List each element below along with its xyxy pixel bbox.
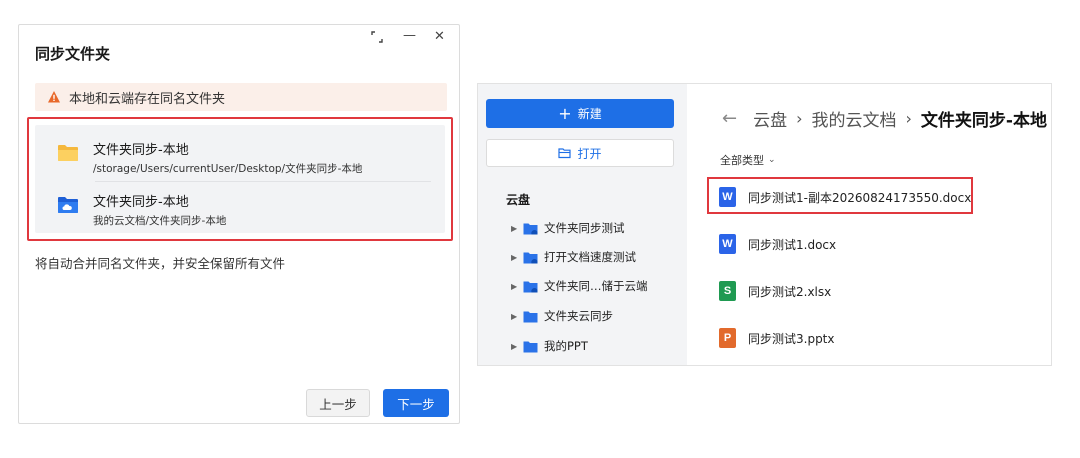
file-type-filter[interactable]: 全部类型 ⌄ [720,152,776,168]
tree-item-folder-cloud-sync[interactable]: ▶ 文件夹云同步 [511,307,613,325]
breadcrumb-separator: › [905,109,912,128]
expand-arrow-icon[interactable]: ▶ [511,312,521,321]
open-button-label: 打开 [577,146,602,161]
file-row[interactable]: P 同步测试3.pptx [719,327,835,349]
local-folder-icon [58,145,78,161]
open-folder-icon [558,148,572,159]
tree-item-label: 文件夹同…储于云端 [544,279,648,293]
expand-arrow-icon[interactable]: ▶ [511,282,521,291]
cloud-drive-section-title: 云盘 [506,193,531,207]
tree-item-label: 我的PPT [544,339,588,353]
tree-item-label: 打开文档速度测试 [544,250,636,264]
file-name: 同步测试3.pptx [748,331,835,346]
sync-folder-icon [523,223,538,234]
file-type-filter-label: 全部类型 [720,154,764,167]
folder-icon [523,341,538,352]
word-file-icon: W [719,234,736,254]
next-step-button[interactable]: 下一步 [383,389,449,417]
conflicting-folders-highlight: 文件夹同步-本地 /storage/Users/currentUser/Desk… [27,117,453,241]
conflicting-folders-list: 文件夹同步-本地 /storage/Users/currentUser/Desk… [35,125,445,233]
cloud-folder-row: 文件夹同步-本地 我的云文档/文件夹同步-本地 [35,181,445,233]
expand-arrow-icon[interactable]: ▶ [511,342,521,351]
dialog-title: 同步文件夹 [35,45,111,63]
sync-folder-icon [523,281,538,292]
excel-file-icon: S [719,281,736,301]
breadcrumb-cloud-drive[interactable]: 云盘 [753,106,787,131]
file-name: 同步测试1-副本20260824173550.docx [748,190,972,205]
back-arrow-icon[interactable]: ← [722,108,737,129]
local-folder-name: 文件夹同步-本地 [93,143,189,158]
tree-item-folder-sync-test[interactable]: ▶ 文件夹同步测试 [511,219,625,237]
word-file-icon: W [719,187,736,207]
file-name: 同步测试1.docx [748,237,837,252]
warning-text: 本地和云端存在同名文件夹 [69,91,226,107]
close-icon[interactable]: ✕ [434,30,445,43]
ppt-file-icon: P [719,328,736,348]
open-button[interactable]: 打开 [486,139,674,167]
expand-arrow-icon[interactable]: ▶ [511,224,521,233]
file-row[interactable]: W 同步测试1-副本20260824173550.docx [719,186,971,208]
chevron-down-icon: ⌄ [768,155,776,165]
plus-icon: + [558,103,572,123]
cloud-folder-icon [58,197,78,213]
previous-step-button[interactable]: 上一步 [306,389,370,417]
breadcrumb-current-folder: 文件夹同步-本地 [920,111,1047,131]
local-folder-row: 文件夹同步-本地 /storage/Users/currentUser/Desk… [35,129,445,181]
local-folder-path: /storage/Users/currentUser/Desktop/文件夹同步… [93,163,363,175]
tree-item-open-speed-test[interactable]: ▶ 打开文档速度测试 [511,248,636,266]
cloud-folder-path: 我的云文档/文件夹同步-本地 [93,215,227,227]
new-button[interactable]: + 新建 [486,99,674,128]
breadcrumb-separator: › [796,109,803,128]
minimize-icon[interactable]: — [403,29,416,42]
file-row[interactable]: W 同步测试1.docx [719,233,836,255]
cloud-file-explorer: + 新建 打开 云盘 ▶ 文件夹同步测试 ▶ 打开文档速度测试 ▶ 文件夹同…储… [477,83,1052,366]
tree-item-label: 文件夹云同步 [544,309,613,323]
conflict-warning-banner: 本地和云端存在同名文件夹 [35,83,447,111]
warning-icon [48,91,60,103]
cloud-folder-name: 文件夹同步-本地 [93,195,189,210]
tree-item-label: 文件夹同步测试 [544,221,625,235]
sidebar: + 新建 打开 云盘 ▶ 文件夹同步测试 ▶ 打开文档速度测试 ▶ 文件夹同…储… [478,84,687,365]
folder-icon [523,311,538,322]
breadcrumb-my-cloud-docs[interactable]: 我的云文档 [812,106,897,131]
sync-folder-dialog: 同步文件夹 — ✕ 本地和云端存在同名文件夹 文件夹同步-本地 /storage… [18,24,460,424]
sync-folder-icon [523,252,538,263]
file-name: 同步测试2.xlsx [748,284,832,299]
tree-item-folder-sync-cloud[interactable]: ▶ 文件夹同…储于云端 [511,277,648,295]
breadcrumb: ← 云盘 › 我的云文档 › 文件夹同步-本地 [722,106,1047,131]
merge-note: 将自动合并同名文件夹，并安全保留所有文件 [35,256,286,271]
tree-item-my-ppt[interactable]: ▶ 我的PPT [511,337,588,355]
new-button-label: 新建 [577,107,602,121]
expand-arrow-icon[interactable]: ▶ [511,253,521,262]
restore-icon[interactable] [371,31,383,46]
file-row[interactable]: S 同步测试2.xlsx [719,280,831,302]
